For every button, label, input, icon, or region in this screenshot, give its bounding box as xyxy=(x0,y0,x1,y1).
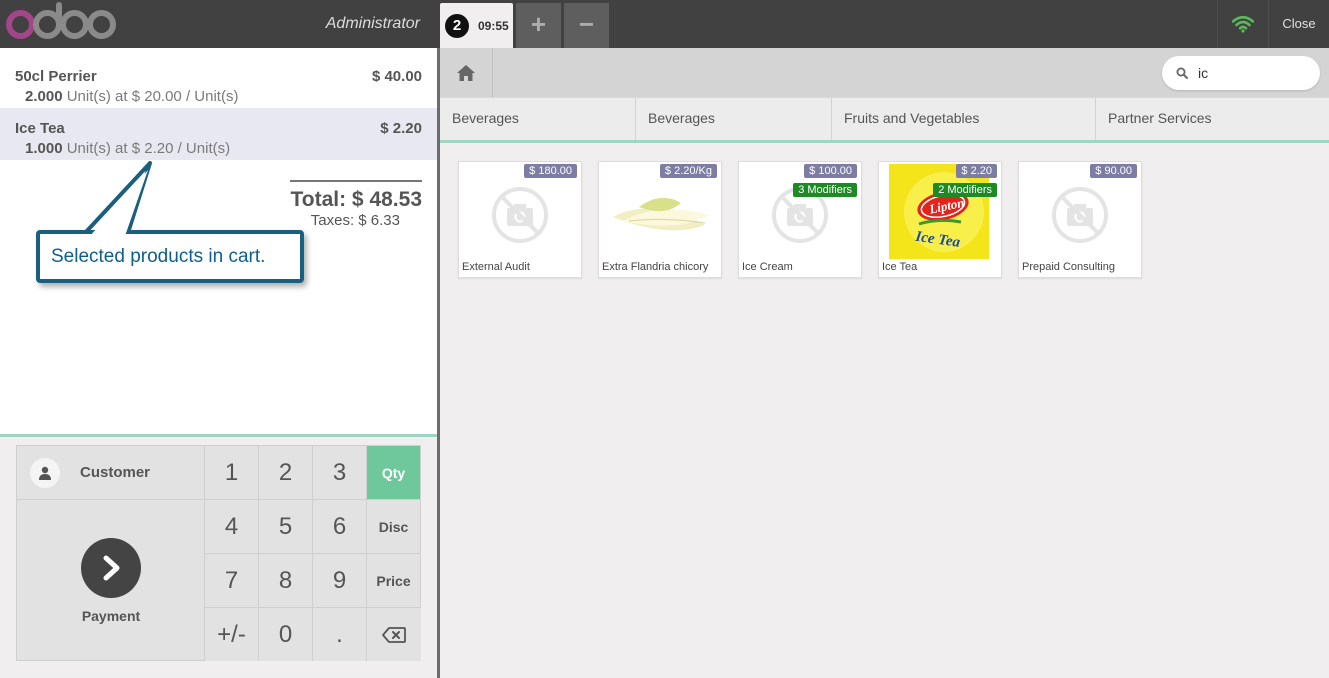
search-box[interactable] xyxy=(1162,56,1320,90)
numpad-key-4[interactable]: 4 xyxy=(205,500,259,554)
order-tab[interactable]: 2 09:55 xyxy=(440,3,513,48)
search-icon xyxy=(1176,67,1188,79)
customer-button[interactable]: Customer xyxy=(17,446,205,500)
mode-qty-button[interactable]: Qty xyxy=(367,446,421,500)
user-icon xyxy=(30,457,60,488)
product-price: $ 2.20 xyxy=(956,164,997,178)
chicory-image xyxy=(613,197,709,231)
product-price: $ 180.00 xyxy=(524,164,577,178)
payment-label: Payment xyxy=(81,608,141,624)
no-image-icon xyxy=(492,187,548,243)
numpad-key-2[interactable]: 2 xyxy=(259,446,313,500)
product-name: External Audit xyxy=(462,261,530,273)
search-input[interactable] xyxy=(1198,65,1308,81)
wifi-icon[interactable] xyxy=(1217,0,1268,48)
new-order-button[interactable]: + xyxy=(516,3,561,48)
numpad-key-1[interactable]: 1 xyxy=(205,446,259,500)
numpad-key-6[interactable]: 6 xyxy=(313,500,367,554)
numpad-key-0[interactable]: 0 xyxy=(259,608,313,661)
customer-label: Customer xyxy=(80,464,151,481)
numpad-key-8[interactable]: 8 xyxy=(259,554,313,608)
order-time: 09:55 xyxy=(478,18,509,33)
numpad-key-3[interactable]: 3 xyxy=(313,446,367,500)
product-card[interactable]: $ 100.00 3 Modifiers Ice Cream xyxy=(738,161,862,278)
lipton-ice-tea-image: Lipton Ice Tea xyxy=(889,164,989,259)
category-button[interactable]: Beverages xyxy=(636,98,832,141)
product-price: $ 2.20/Kg xyxy=(659,164,717,178)
product-modifiers-badge: 2 Modifiers xyxy=(933,183,997,197)
category-divider xyxy=(440,140,1329,143)
product-card[interactable]: $ 180.00 External Audit xyxy=(458,161,582,278)
category-bar: Beverages Beverages Fruits and Vegetable… xyxy=(440,97,1329,141)
product-price: $ 100.00 xyxy=(804,164,857,178)
numpad-key-9[interactable]: 9 xyxy=(313,554,367,608)
product-modifiers-badge: 3 Modifiers xyxy=(793,183,857,197)
numpad-key-7[interactable]: 7 xyxy=(205,554,259,608)
product-name: Ice Cream xyxy=(742,261,793,273)
no-image-icon xyxy=(1052,187,1108,243)
product-name: Prepaid Consulting xyxy=(1022,261,1115,273)
category-button[interactable]: Partner Services xyxy=(1096,98,1329,141)
order-number: 2 xyxy=(445,13,469,38)
callout-box: Selected products in cart. xyxy=(36,230,304,283)
product-toolbar xyxy=(440,48,1329,97)
delete-order-button[interactable]: − xyxy=(564,3,609,48)
product-name: Ice Tea xyxy=(882,261,918,273)
category-button[interactable]: Beverages xyxy=(440,98,636,141)
payment-button[interactable]: Payment xyxy=(17,500,205,661)
category-button[interactable]: Fruits and Vegetables xyxy=(832,98,1096,141)
backspace-icon xyxy=(382,626,406,643)
numpad-key-sign[interactable]: +/- xyxy=(205,608,259,661)
product-card[interactable]: $ 2.20/Kg Extra Flandria chicory xyxy=(598,161,722,278)
product-price: $ 90.00 xyxy=(1090,164,1137,178)
numpad-key-dot[interactable]: . xyxy=(313,608,367,661)
mode-disc-button[interactable]: Disc xyxy=(367,500,421,554)
mode-price-button[interactable]: Price xyxy=(367,554,421,608)
home-icon[interactable] xyxy=(440,48,493,97)
product-name: Extra Flandria chicory xyxy=(602,261,709,273)
product-card[interactable]: Lipton Ice Tea $ 2.20 2 Modifiers Ice Te… xyxy=(878,161,1002,278)
control-pad: Customer Payment 1 2 3 Qty 4 5 6 Disc 7 … xyxy=(16,445,421,661)
numpad-key-5[interactable]: 5 xyxy=(259,500,313,554)
backspace-button[interactable] xyxy=(367,608,421,661)
product-card[interactable]: $ 90.00 Prepaid Consulting xyxy=(1018,161,1142,278)
chevron-right-icon xyxy=(81,538,141,598)
close-button[interactable]: Close xyxy=(1268,0,1329,48)
